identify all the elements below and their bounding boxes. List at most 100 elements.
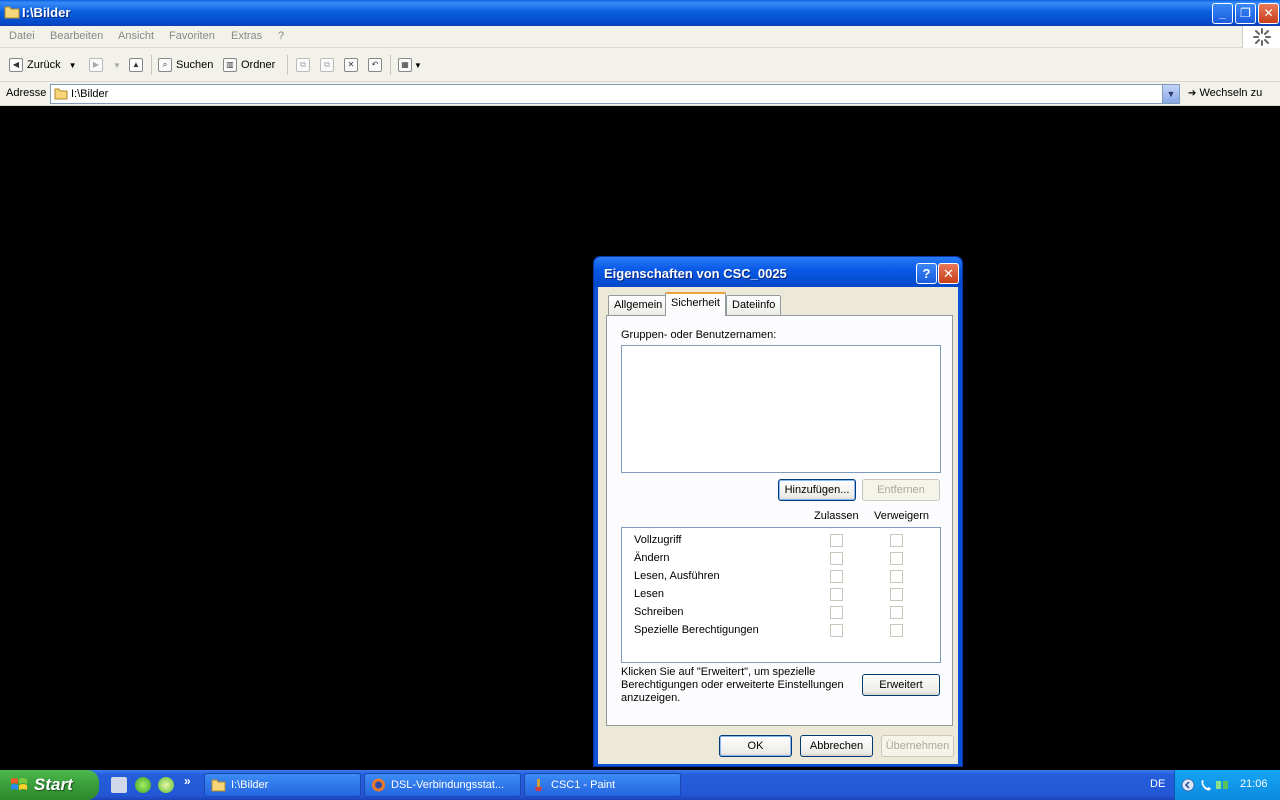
tray-expand-icon[interactable] bbox=[1181, 778, 1195, 792]
dialog-titlebar[interactable]: Eigenschaften von CSC_0025 ? ✕ bbox=[594, 257, 962, 287]
go-arrow-icon: ➔ bbox=[1188, 88, 1197, 99]
permission-name: Lesen bbox=[634, 588, 664, 600]
allow-checkbox[interactable] bbox=[830, 606, 843, 619]
delete-button[interactable]: ✕ bbox=[344, 56, 362, 74]
taskbar: Start » I:\Bilder DSL-Verbindungsstat...… bbox=[0, 770, 1280, 800]
window-title: I:\Bilder bbox=[22, 5, 71, 20]
close-button[interactable]: ✕ bbox=[1258, 3, 1279, 24]
menubar: Datei Bearbeiten Ansicht Favoriten Extra… bbox=[0, 26, 1280, 48]
permission-row: Spezielle Berechtigungen bbox=[634, 622, 934, 640]
throbber-icon bbox=[1253, 28, 1271, 46]
deny-checkbox[interactable] bbox=[890, 552, 903, 565]
views-icon: ▦ bbox=[398, 58, 412, 72]
allow-checkbox[interactable] bbox=[830, 570, 843, 583]
deny-checkbox[interactable] bbox=[890, 570, 903, 583]
task-dsl-status[interactable]: DSL-Verbindungsstat... bbox=[364, 773, 521, 797]
firefox-icon bbox=[372, 778, 385, 792]
allow-checkbox[interactable] bbox=[830, 588, 843, 601]
window-titlebar[interactable]: I:\Bilder _ ❐ ✕ bbox=[0, 0, 1280, 26]
folder-icon bbox=[54, 88, 68, 100]
menu-favoriten[interactable]: Favoriten bbox=[169, 30, 215, 42]
go-label: Wechseln zu bbox=[1199, 87, 1263, 99]
menu-extras[interactable]: Extras bbox=[231, 30, 262, 42]
deny-checkbox[interactable] bbox=[890, 624, 903, 637]
folders-button[interactable]: ▥ Ordner bbox=[223, 56, 275, 74]
help-button[interactable]: ? bbox=[916, 263, 937, 284]
address-value: I:\Bilder bbox=[71, 88, 109, 100]
minimize-button[interactable]: _ bbox=[1212, 3, 1233, 24]
groups-label: Gruppen- oder Benutzernamen: bbox=[621, 329, 777, 341]
show-desktop-icon[interactable] bbox=[111, 777, 127, 793]
folder-icon bbox=[211, 779, 226, 792]
language-indicator[interactable]: DE bbox=[1150, 778, 1165, 790]
back-label: Zurück bbox=[27, 59, 61, 71]
deny-checkbox[interactable] bbox=[890, 588, 903, 601]
toolbar-separator bbox=[287, 55, 288, 75]
toolbar-separator bbox=[151, 55, 152, 75]
phone-icon[interactable] bbox=[1199, 778, 1213, 792]
menu-ansicht[interactable]: Ansicht bbox=[118, 30, 154, 42]
restore-button[interactable]: ❐ bbox=[1235, 3, 1256, 24]
messenger-icon[interactable] bbox=[135, 777, 151, 793]
add-button[interactable]: Hinzufügen... bbox=[778, 479, 856, 501]
menu-datei[interactable]: Datei bbox=[9, 30, 35, 42]
apply-button[interactable]: Übernehmen bbox=[881, 735, 954, 757]
advanced-button[interactable]: Erweitert bbox=[862, 674, 940, 696]
allow-checkbox[interactable] bbox=[830, 552, 843, 565]
tab-dateiinfo[interactable]: Dateiinfo bbox=[726, 295, 782, 315]
permissions-list[interactable]: Vollzugriff Ändern Lesen, Ausführen Lese… bbox=[621, 527, 941, 663]
undo-button[interactable]: ↶ bbox=[368, 56, 386, 74]
delete-icon: ✕ bbox=[344, 58, 358, 72]
back-button[interactable]: ◀ Zurück ▼ bbox=[9, 56, 77, 74]
advanced-info-text: Klicken Sie auf "Erweitert", um speziell… bbox=[621, 666, 844, 704]
task-explorer[interactable]: I:\Bilder bbox=[204, 773, 361, 797]
quicklaunch-app-icon[interactable] bbox=[158, 777, 174, 793]
menu-help[interactable]: ? bbox=[278, 30, 284, 42]
groups-listbox[interactable] bbox=[621, 345, 941, 473]
task-label: I:\Bilder bbox=[231, 779, 269, 791]
go-button[interactable]: ➔ Wechseln zu bbox=[1188, 87, 1262, 99]
permission-name: Ändern bbox=[634, 552, 670, 564]
forward-arrow-icon: ▶ bbox=[89, 58, 103, 72]
search-button[interactable]: ⌕ Suchen bbox=[158, 56, 213, 74]
search-label: Suchen bbox=[176, 59, 214, 71]
views-button[interactable]: ▦ ▼ bbox=[398, 56, 422, 74]
network-icon[interactable] bbox=[1215, 778, 1229, 792]
up-arrow-icon: ▲ bbox=[129, 58, 143, 72]
address-dropdown-icon[interactable]: ▼ bbox=[1162, 85, 1179, 103]
search-icon: ⌕ bbox=[158, 58, 172, 72]
dialog-close-button[interactable]: ✕ bbox=[938, 263, 959, 284]
back-dropdown-icon[interactable]: ▼ bbox=[69, 61, 77, 70]
address-input[interactable]: I:\Bilder ▼ bbox=[50, 84, 1180, 104]
dialog-body: Allgemein Sicherheit Dateiinfo Gruppen- … bbox=[598, 287, 958, 764]
permission-row: Lesen bbox=[634, 586, 934, 604]
deny-column-header: Verweigern bbox=[874, 510, 930, 522]
ok-button[interactable]: OK bbox=[719, 735, 792, 757]
quicklaunch-more-icon[interactable]: » bbox=[184, 774, 191, 788]
start-button[interactable]: Start bbox=[0, 770, 99, 800]
task-label: CSC1 - Paint bbox=[551, 779, 616, 791]
dialog-title: Eigenschaften von CSC_0025 bbox=[604, 266, 787, 281]
system-tray: 21:06 bbox=[1174, 770, 1280, 800]
cancel-button[interactable]: Abbrechen bbox=[800, 735, 873, 757]
up-button[interactable]: ▲ bbox=[129, 56, 147, 74]
tab-allgemein[interactable]: Allgemein bbox=[608, 295, 669, 315]
copy-to-icon: ⧉ bbox=[320, 58, 334, 72]
forward-button[interactable]: ▶ ▼ bbox=[89, 56, 121, 74]
task-label: DSL-Verbindungsstat... bbox=[391, 779, 505, 791]
windows-throbber bbox=[1242, 26, 1280, 48]
menu-bearbeiten[interactable]: Bearbeiten bbox=[50, 30, 103, 42]
move-to-button[interactable]: ⧉ bbox=[296, 56, 314, 74]
properties-dialog: Eigenschaften von CSC_0025 ? ✕ Allgemein… bbox=[593, 256, 963, 767]
copy-to-button[interactable]: ⧉ bbox=[320, 56, 338, 74]
deny-checkbox[interactable] bbox=[890, 606, 903, 619]
allow-checkbox[interactable] bbox=[830, 624, 843, 637]
folders-icon: ▥ bbox=[223, 58, 237, 72]
task-paint[interactable]: CSC1 - Paint bbox=[524, 773, 681, 797]
tab-sicherheit[interactable]: Sicherheit bbox=[665, 292, 726, 316]
deny-checkbox[interactable] bbox=[890, 534, 903, 547]
allow-checkbox[interactable] bbox=[830, 534, 843, 547]
clock[interactable]: 21:06 bbox=[1240, 778, 1268, 790]
permission-name: Lesen, Ausführen bbox=[634, 570, 720, 582]
remove-button[interactable]: Entfernen bbox=[862, 479, 940, 501]
